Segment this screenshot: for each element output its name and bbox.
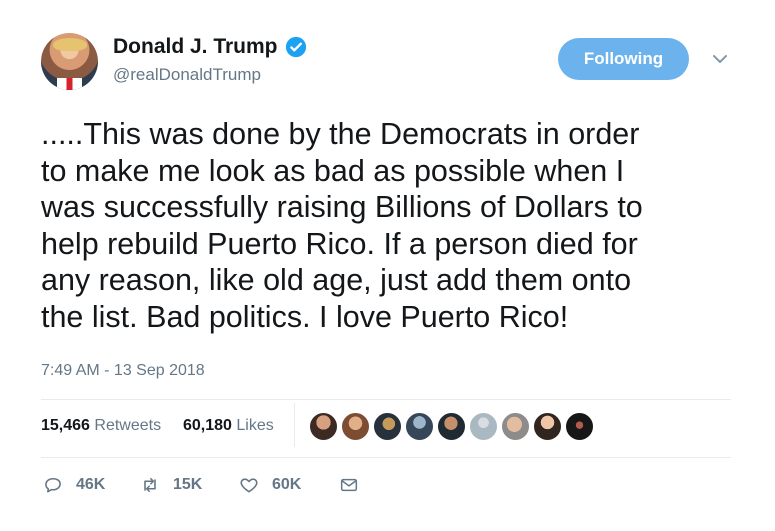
liker-avatar-1[interactable] [309,412,338,441]
liker-avatars [309,412,594,441]
tweet-text-line-5: any reason, like old age, just add them … [41,263,632,298]
actions-top-divider [41,457,731,458]
retweets-label: Retweets [94,417,162,434]
liker-avatar-9[interactable] [565,412,594,441]
retweet-action[interactable]: 15K [140,471,202,499]
like-count: 60K [272,476,302,493]
profile-avatar[interactable] [41,33,98,90]
chevron-down-icon[interactable] [711,52,729,66]
reply-action[interactable]: 46K [43,471,105,499]
tweet-text: .....This was done by the Democrats in o… [41,116,741,336]
retweet-icon [144,477,156,493]
message-action[interactable] [339,471,359,499]
username-handle[interactable]: @realDonaldTrump [113,65,261,85]
tweet-text-line-4: help rebuild Puerto Rico. If a person di… [41,226,638,261]
like-action[interactable]: 60K [239,471,301,499]
display-name[interactable]: Donald J. Trump [113,35,278,59]
liker-avatar-5[interactable] [437,412,466,441]
tweet-timestamp[interactable]: 7:49 AM - 13 Sep 2018 [41,362,205,380]
tweet-text-line-6: the list. Bad politics. I love Puerto Ri… [41,299,569,334]
author-name-row: Donald J. Trump [113,35,307,59]
following-button[interactable]: Following [558,38,689,80]
retweets-count: 15,466 [41,417,90,434]
likes-count: 60,180 [183,417,232,434]
heart-icon [240,478,258,493]
tweet-text-line-3: was successfully raising Billions of Dol… [41,190,643,225]
tweet-text-line-1: .....This was done by the Democrats in o… [41,117,640,151]
liker-avatar-4[interactable] [405,412,434,441]
tweet-text-line-2: to make me look as bad as possible when … [41,153,625,188]
stats-top-divider [41,399,731,400]
liker-avatar-3[interactable] [373,412,402,441]
retweets-stat[interactable]: 15,466 Retweets [41,417,161,435]
retweet-count: 15K [173,476,203,493]
message-icon [340,478,358,492]
likes-stat[interactable]: 60,180 Likes [183,417,274,435]
liker-avatar-2[interactable] [341,412,370,441]
liker-avatar-6[interactable] [469,412,498,441]
likes-label: Likes [236,417,274,434]
reply-count: 46K [76,476,106,493]
liker-avatar-8[interactable] [533,412,562,441]
stats-separator [294,403,295,447]
verified-badge-icon [285,36,306,58]
reply-icon [45,477,61,493]
liker-avatar-7[interactable] [501,412,530,441]
